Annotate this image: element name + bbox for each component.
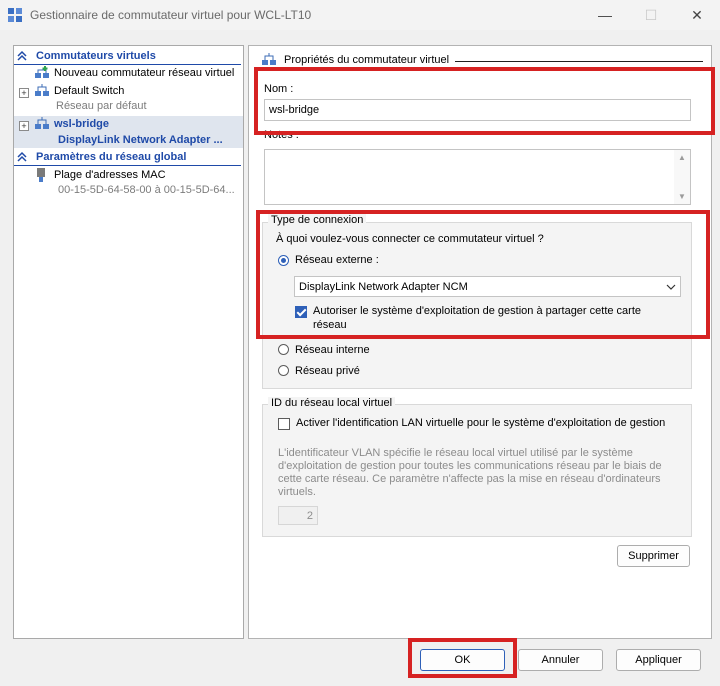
- collapse-chevron-icon[interactable]: [16, 151, 28, 163]
- remove-button[interactable]: Supprimer: [617, 545, 690, 567]
- section-global-network[interactable]: Paramètres du réseau global: [14, 150, 243, 166]
- name-field[interactable]: wsl-bridge: [264, 99, 691, 121]
- vlan-description-line4: virtuels.: [278, 486, 316, 498]
- title-bar: Gestionnaire de commutateur virtuel pour…: [0, 0, 720, 30]
- connection-type-title: Type de connexion: [268, 214, 367, 226]
- minimize-button[interactable]: —: [582, 0, 628, 30]
- cancel-button[interactable]: Annuler: [518, 649, 603, 671]
- section-label: Commutateurs virtuels: [36, 50, 156, 62]
- connection-question: À quoi voulez-vous connecter ce commutat…: [276, 233, 544, 245]
- vlan-description-line3: cette carte réseau. Ce paramètre n'affec…: [278, 473, 661, 485]
- new-switch-icon: [35, 66, 49, 78]
- new-virtual-switch-item[interactable]: Nouveau commutateur réseau virtuel: [54, 67, 234, 79]
- properties-header: Propriétés du commutateur virtuel: [284, 54, 450, 66]
- notes-label: Notes :: [264, 129, 299, 141]
- adapter-select-value: DisplayLink Network Adapter NCM: [299, 280, 468, 293]
- switch-item-wsl-bridge[interactable]: wsl-bridge: [54, 118, 109, 130]
- private-network-label[interactable]: Réseau privé: [295, 365, 360, 377]
- collapse-chevron-icon[interactable]: [16, 50, 28, 62]
- network-switch-icon: [35, 117, 49, 129]
- vlan-enable-label[interactable]: Activer l'identification LAN virtuelle p…: [296, 417, 665, 429]
- adapter-select[interactable]: DisplayLink Network Adapter NCM: [294, 276, 681, 297]
- external-network-radio[interactable]: [278, 255, 289, 266]
- vlan-description-line1: L'identificateur VLAN spécifie le réseau…: [278, 447, 633, 459]
- network-switch-icon: [35, 84, 49, 96]
- expand-default-switch[interactable]: +: [19, 88, 29, 98]
- section-virtual-switches[interactable]: Commutateurs virtuels: [14, 49, 243, 65]
- window-title: Gestionnaire de commutateur virtuel pour…: [30, 8, 312, 22]
- vlan-enable-checkbox[interactable]: [278, 418, 290, 430]
- vlan-title: ID du réseau local virtuel: [268, 397, 396, 409]
- external-network-label[interactable]: Réseau externe :: [295, 254, 379, 266]
- expand-wsl-bridge[interactable]: +: [19, 121, 29, 131]
- properties-pane: Propriétés du commutateur virtuel Nom : …: [248, 45, 712, 639]
- scroll-down-icon[interactable]: ▼: [678, 192, 686, 201]
- internal-network-radio[interactable]: [278, 344, 289, 355]
- ok-button[interactable]: OK: [420, 649, 505, 671]
- chevron-down-icon[interactable]: [666, 284, 676, 290]
- mac-range-value: 00-15-5D-64-58-00 à 00-15-5D-64...: [58, 184, 235, 196]
- apply-button[interactable]: Appliquer: [616, 649, 701, 671]
- mac-address-icon: [37, 168, 45, 182]
- name-label: Nom :: [264, 83, 294, 95]
- close-button[interactable]: ✕: [674, 0, 720, 30]
- vlan-description-line2: d'exploitation de gestion pour toutes le…: [278, 460, 662, 472]
- scroll-up-icon[interactable]: ▲: [678, 153, 686, 162]
- allow-management-label[interactable]: Autoriser le système d'exploitation de g…: [313, 305, 641, 317]
- maximize-button[interactable]: ☐: [628, 0, 674, 30]
- allow-management-checkbox[interactable]: [295, 306, 307, 318]
- mac-range-item[interactable]: Plage d'adresses MAC: [54, 169, 166, 181]
- vlan-id-field[interactable]: 2: [278, 506, 318, 525]
- internal-network-label[interactable]: Réseau interne: [295, 344, 370, 356]
- switch-item-wsl-bridge-sub: DisplayLink Network Adapter ...: [58, 134, 223, 146]
- notes-field[interactable]: ▲ ▼: [264, 149, 691, 205]
- network-switch-icon: [262, 53, 276, 65]
- switch-list-pane: Commutateurs virtuels Nouveau commutateu…: [13, 45, 244, 639]
- switch-item-default-sub: Réseau par défaut: [56, 100, 147, 112]
- switch-manager-app-icon: [8, 8, 22, 22]
- switch-item-default[interactable]: Default Switch: [54, 85, 124, 97]
- allow-management-label-line2[interactable]: réseau: [313, 319, 347, 331]
- private-network-radio[interactable]: [278, 365, 289, 376]
- section-label: Paramètres du réseau global: [36, 151, 187, 163]
- notes-scrollbar[interactable]: ▲ ▼: [674, 150, 690, 204]
- header-rule: [455, 61, 703, 62]
